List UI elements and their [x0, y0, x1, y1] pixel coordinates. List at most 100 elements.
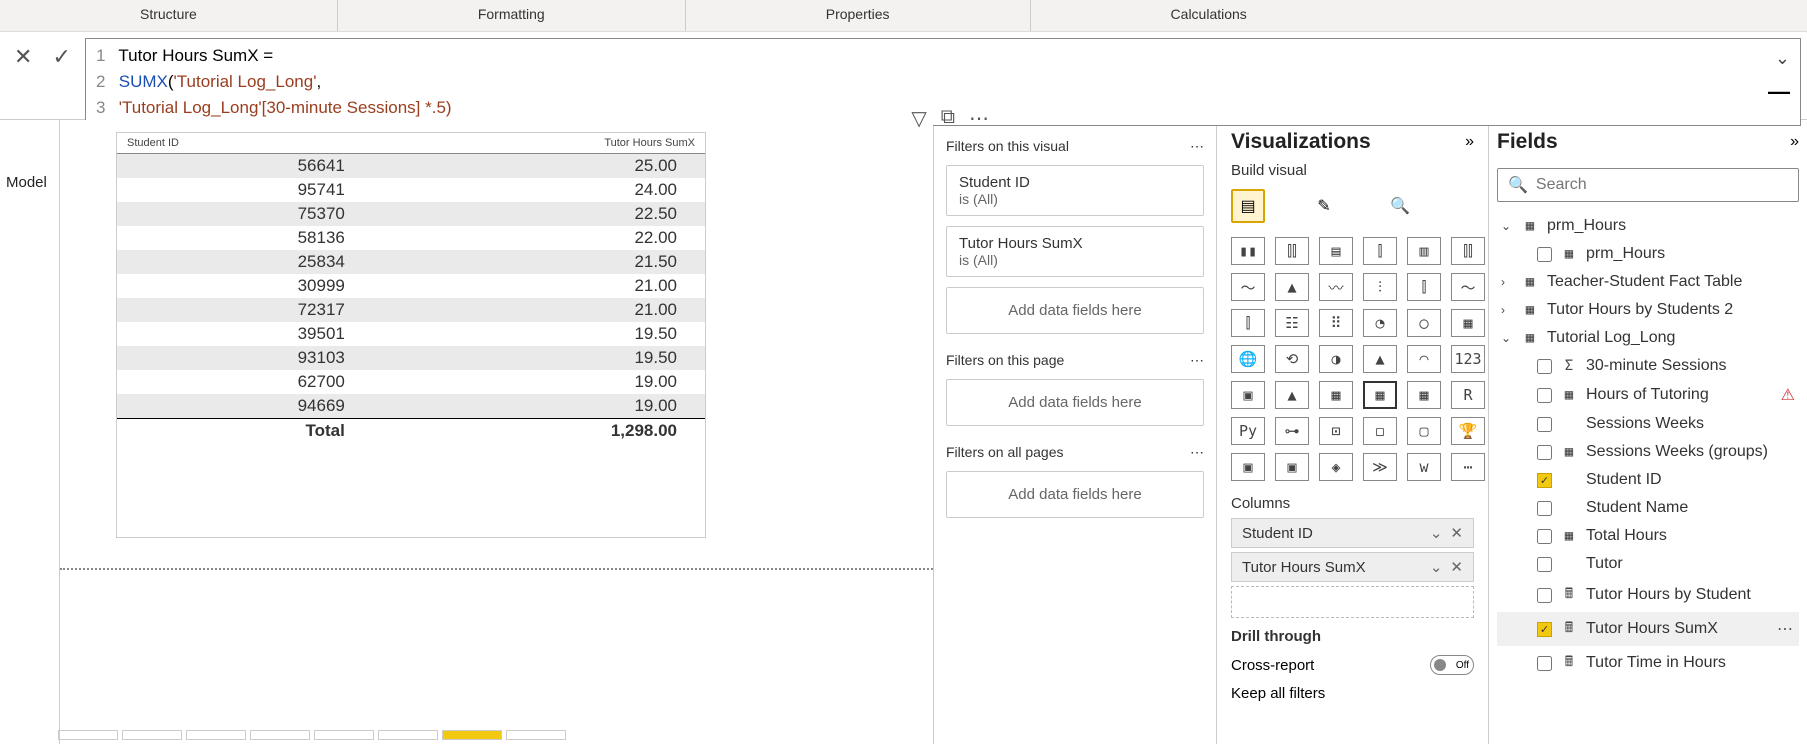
tab-formatting[interactable]: Formatting — [338, 0, 686, 31]
viz-type-button[interactable]: ⫿ — [1231, 309, 1265, 337]
viz-type-button[interactable]: ⋯ — [1451, 453, 1485, 481]
viz-type-button[interactable]: ⊶ — [1275, 417, 1309, 445]
field-row[interactable]: 🖩Tutor Time in Hours — [1497, 646, 1799, 680]
filter-drop-all[interactable]: Add data fields here — [946, 471, 1204, 518]
table-node[interactable]: ⌄▦prm_Hours — [1497, 212, 1799, 240]
viz-type-button[interactable]: ◑ — [1319, 345, 1353, 373]
collapse-icon[interactable]: — — [1768, 79, 1790, 105]
viz-type-button[interactable]: 〜 — [1231, 273, 1265, 301]
more-icon[interactable]: ⋯ — [1190, 352, 1204, 369]
field-checkbox[interactable] — [1537, 445, 1552, 460]
viz-type-button[interactable]: w — [1407, 453, 1441, 481]
viz-type-button[interactable]: ▦ — [1319, 381, 1353, 409]
table-row[interactable]: 7537022.50 — [117, 202, 705, 226]
viz-type-button[interactable]: ≫ — [1363, 453, 1397, 481]
viz-type-button[interactable]: ⠿ — [1319, 309, 1353, 337]
column-field[interactable]: Tutor Hours SumX ⌄✕ — [1231, 552, 1474, 582]
viz-type-button[interactable]: ◔ — [1363, 309, 1397, 337]
table-row[interactable]: 3950119.50 — [117, 322, 705, 346]
viz-type-button[interactable]: 123 — [1451, 345, 1485, 373]
viz-type-button[interactable]: ▲ — [1275, 381, 1309, 409]
viz-type-button[interactable]: ◠ — [1407, 345, 1441, 373]
table-row[interactable]: 9310319.50 — [117, 346, 705, 370]
field-checkbox[interactable] — [1537, 247, 1552, 262]
viz-type-button[interactable]: Py — [1231, 417, 1265, 445]
more-icon[interactable]: ⋯ — [1190, 444, 1204, 461]
viz-type-button[interactable]: ▤ — [1319, 237, 1353, 265]
more-icon[interactable]: ⋯ — [1190, 138, 1204, 155]
viz-type-button[interactable]: 〜 — [1451, 273, 1485, 301]
page-tabs[interactable] — [58, 730, 758, 744]
col-header[interactable]: Student ID — [117, 133, 373, 154]
filter-card[interactable]: Tutor Hours SumX is (All) — [946, 226, 1204, 277]
search-input[interactable] — [1536, 176, 1788, 194]
table-row[interactable]: 2583421.50 — [117, 250, 705, 274]
viz-type-button[interactable]: ▲ — [1363, 345, 1397, 373]
field-checkbox[interactable] — [1537, 359, 1552, 374]
field-checkbox[interactable] — [1537, 501, 1552, 516]
chevron-down-icon[interactable]: ⌄ — [1775, 45, 1790, 71]
viz-type-button[interactable]: ⫿ — [1407, 273, 1441, 301]
remove-icon[interactable]: ✕ — [1450, 524, 1463, 542]
viz-type-button[interactable]: ▦ — [1363, 381, 1397, 409]
viz-type-button[interactable]: 🌐 — [1231, 345, 1265, 373]
cross-report-toggle[interactable]: Off — [1430, 655, 1474, 675]
filter-icon[interactable]: ▽ — [911, 106, 926, 131]
viz-type-button[interactable]: ▦ — [1407, 381, 1441, 409]
commit-icon[interactable]: ✓ — [52, 44, 70, 70]
collapse-pane-icon[interactable]: » — [1790, 133, 1799, 151]
column-field[interactable]: Student ID ⌄✕ — [1231, 518, 1474, 548]
field-row[interactable]: ▦Hours of Tutoring⚠ — [1497, 380, 1799, 410]
viz-type-button[interactable]: ⊡ — [1319, 417, 1353, 445]
viz-type-button[interactable]: ▢ — [1407, 417, 1441, 445]
format-visual-tab[interactable]: ✎ — [1307, 189, 1341, 223]
table-node[interactable]: ›▦Teacher-Student Fact Table — [1497, 268, 1799, 296]
tab-structure[interactable]: Structure — [0, 0, 338, 31]
viz-type-button[interactable]: ▣ — [1275, 453, 1309, 481]
viz-type-button[interactable]: ⫿⫿ — [1275, 237, 1309, 265]
column-drop[interactable] — [1231, 586, 1474, 618]
viz-type-button[interactable]: ▣ — [1231, 453, 1265, 481]
collapse-pane-icon[interactable]: » — [1465, 133, 1474, 151]
cancel-icon[interactable]: ✕ — [14, 44, 32, 70]
viz-type-button[interactable]: ⫿ — [1363, 237, 1397, 265]
table-row[interactable]: 6270019.00 — [117, 370, 705, 394]
viz-type-button[interactable]: R — [1451, 381, 1485, 409]
table-node[interactable]: ›▦Tutor Hours by Students 2 — [1497, 296, 1799, 324]
field-checkbox[interactable] — [1537, 557, 1552, 572]
field-row-selected[interactable]: ✓🖩Tutor Hours SumX⋯ — [1497, 612, 1799, 646]
field-row[interactable]: ▦Total Hours — [1497, 522, 1799, 550]
table-row[interactable]: 9574124.00 — [117, 178, 705, 202]
table-visual[interactable]: Student ID Tutor Hours SumX 5664125.0095… — [116, 132, 706, 538]
field-row[interactable]: 🖩Tutor Hours by Student — [1497, 578, 1799, 612]
analytics-tab[interactable]: 🔍 — [1383, 189, 1417, 223]
table-node[interactable]: ⌄▦Tutorial Log_Long — [1497, 324, 1799, 352]
field-row[interactable]: Sessions Weeks — [1497, 410, 1799, 438]
filter-drop-page[interactable]: Add data fields here — [946, 379, 1204, 426]
field-row[interactable]: ▦Sessions Weeks (groups) — [1497, 438, 1799, 466]
viz-type-button[interactable]: ▥ — [1407, 237, 1441, 265]
viz-type-button[interactable]: ◈ — [1319, 453, 1353, 481]
table-row[interactable]: 5664125.00 — [117, 154, 705, 179]
more-icon[interactable]: ⋯ — [969, 106, 989, 131]
viz-type-button[interactable]: ◯ — [1407, 309, 1441, 337]
filter-card[interactable]: Student ID is (All) — [946, 165, 1204, 216]
tab-properties[interactable]: Properties — [686, 0, 1031, 31]
table-row[interactable]: 3099921.00 — [117, 274, 705, 298]
field-row[interactable]: ▦prm_Hours — [1497, 240, 1799, 268]
field-checkbox-checked[interactable]: ✓ — [1537, 622, 1552, 637]
field-row[interactable]: Tutor — [1497, 550, 1799, 578]
viz-type-button[interactable]: 🏆 — [1451, 417, 1485, 445]
table-row[interactable]: 9466919.00 — [117, 394, 705, 419]
chevron-down-icon[interactable]: ⌄ — [1430, 524, 1443, 542]
viz-type-button[interactable]: 〰 — [1319, 273, 1353, 301]
viz-type-button[interactable]: ▮▮ — [1231, 237, 1265, 265]
table-row[interactable]: 5813622.00 — [117, 226, 705, 250]
viz-type-button[interactable]: ◻ — [1363, 417, 1397, 445]
field-checkbox[interactable] — [1537, 529, 1552, 544]
field-checkbox[interactable] — [1537, 656, 1552, 671]
field-checkbox[interactable] — [1537, 588, 1552, 603]
build-visual-tab[interactable]: ▤ — [1231, 189, 1265, 223]
field-row[interactable]: Σ30-minute Sessions — [1497, 352, 1799, 380]
viz-type-button[interactable]: ▲ — [1275, 273, 1309, 301]
